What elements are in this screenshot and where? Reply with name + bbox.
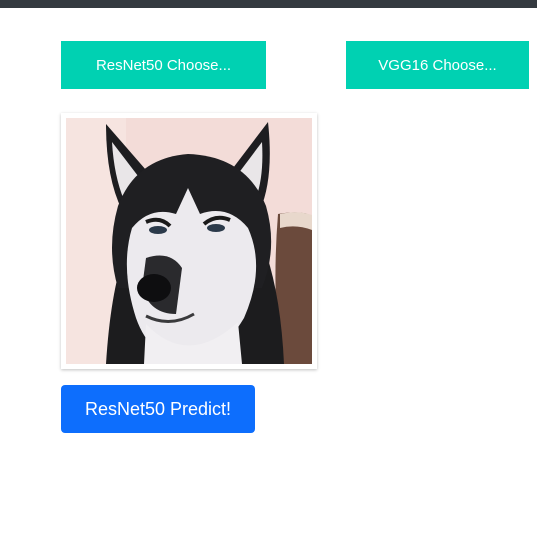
- image-preview: [61, 113, 317, 369]
- husky-dog-photo: [66, 118, 312, 364]
- top-nav-bar: [0, 0, 537, 8]
- vgg16-choose-button[interactable]: VGG16 Choose...: [346, 41, 529, 89]
- resnet50-predict-button[interactable]: ResNet50 Predict!: [61, 385, 255, 433]
- page: ResNet50 Choose... VGG16 Choose... ResNe…: [0, 0, 537, 533]
- resnet50-choose-button[interactable]: ResNet50 Choose...: [61, 41, 266, 89]
